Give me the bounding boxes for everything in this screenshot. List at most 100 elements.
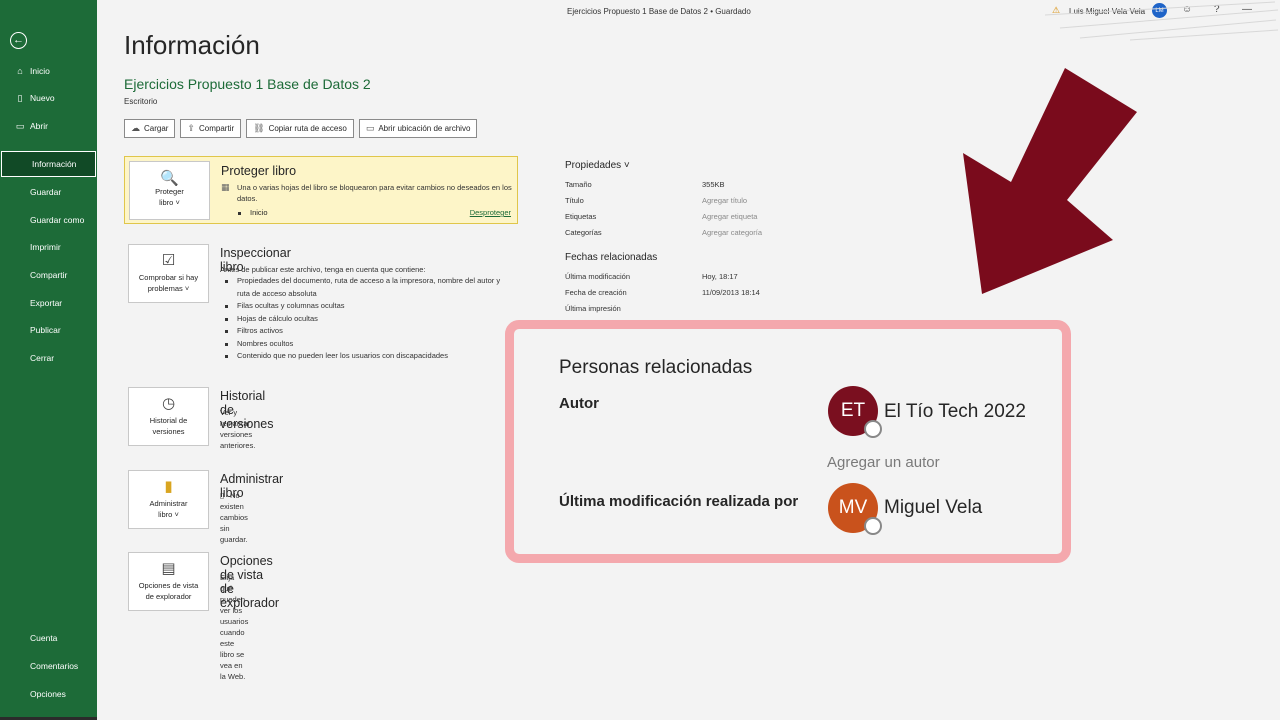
share-button[interactable]: ⇪ Compartir <box>180 119 242 138</box>
related-people-zoom: Personas relacionadas Autor ET El Tío Te… <box>505 320 1071 563</box>
sidebar-item-cerrar[interactable]: Cerrar <box>0 345 97 371</box>
property-key: Título <box>565 195 584 205</box>
file-name: Ejercicios Propuesto 1 Base de Datos 2 <box>124 76 371 92</box>
sidebar-item-comentarios[interactable]: Comentarios <box>0 653 97 679</box>
sidebar-item-guardar-como[interactable]: Guardar como <box>0 207 97 233</box>
browser-page-icon: ▤ <box>161 560 176 577</box>
history-clock-icon: ◷ <box>161 395 176 412</box>
last-modified-by-label: Última modificación realizada por <box>559 493 799 510</box>
tile-label: Proteger <box>155 187 184 196</box>
tile-label: de explorador <box>145 592 192 601</box>
sidebar-item-label: Guardar <box>30 187 62 197</box>
upload-icon: ☁ <box>131 123 140 133</box>
property-row: Categorías Agregar categoría <box>565 224 795 240</box>
property-key: Etiquetas <box>565 211 597 221</box>
sidebar-item-abrir[interactable]: ▭ Abrir <box>0 113 97 139</box>
file-actions: ☁ Cargar ⇪ Compartir ⛓ Copiar ruta de acces… <box>124 119 478 138</box>
sidebar-item-exportar[interactable]: Exportar <box>0 290 97 316</box>
presence-status-icon <box>864 420 882 438</box>
sidebar-item-label: Opciones <box>30 689 66 699</box>
check-issues-button[interactable]: ☑ Comprobar si hay problemas ˅ <box>128 244 209 303</box>
sidebar-item-label: Publicar <box>30 325 61 335</box>
upload-label: Cargar <box>144 124 169 133</box>
back-arrow-icon[interactable]: ← <box>10 32 27 49</box>
tile-label: Historial de <box>149 416 188 425</box>
sidebar-item-label: Información <box>32 159 77 169</box>
unprotect-link[interactable]: Desproteger <box>470 208 511 217</box>
property-row: Tamaño 355KB <box>565 176 795 192</box>
tile-label: versiones <box>152 427 185 436</box>
sidebar-item-label: Comentarios <box>30 661 79 671</box>
tile-label: libro ˅ <box>159 198 180 207</box>
page-title: Información <box>124 30 260 60</box>
list-item: Contenido que no pueden leer los usuario… <box>220 350 510 363</box>
upload-button[interactable]: ☁ Cargar <box>124 119 176 138</box>
file-location: Escritorio <box>124 97 158 106</box>
list-item: Filas ocultas y columnas ocultas <box>220 300 510 313</box>
author-name[interactable]: El Tío Tech 2022 <box>884 401 1026 423</box>
sidebar-item-label: Nuevo <box>30 93 55 103</box>
list-item: Nombres ocultos <box>220 338 510 351</box>
sidebar-item-label: Abrir <box>30 121 48 131</box>
checklist-icon: ☑ <box>161 252 176 269</box>
sidebar-item-imprimir[interactable]: Imprimir <box>0 234 97 260</box>
version-history-button[interactable]: ◷ Historial de versiones <box>128 387 209 446</box>
add-category-field[interactable]: Agregar categoría <box>702 228 762 237</box>
sidebar-item-label: Compartir <box>30 270 68 280</box>
section-description: ▦ Una o varias hojas del libro se bloque… <box>221 182 512 203</box>
related-people-panel: Personas relacionadas Autor ET El Tío Te… <box>522 337 1054 548</box>
sidebar-item-label: Cuenta <box>30 633 58 643</box>
author-avatar[interactable]: ET <box>828 386 882 438</box>
open-location-label: Abrir ubicación de archivo <box>378 124 471 133</box>
sidebar-item-label: Exportar <box>30 298 63 308</box>
sidebar-item-opciones[interactable]: Opciones <box>0 681 97 707</box>
properties-panel: Propiedades ˅ Tamaño 355KB Título Agregar … <box>565 160 795 316</box>
related-dates-header: Fechas relacionadas <box>565 252 658 263</box>
protect-workbook-button[interactable]: 🔍 Proteger libro ˅ <box>129 161 210 220</box>
add-title-field[interactable]: Agregar título <box>702 196 747 205</box>
document-icon: ▯ <box>220 491 225 500</box>
property-key: Tamaño <box>565 179 592 189</box>
tile-label: Opciones de vista <box>138 581 199 590</box>
related-people-title: Personas relacionadas <box>559 357 753 378</box>
property-value: 355KB <box>702 179 725 189</box>
sidebar-item-informacion[interactable]: Información <box>1 151 96 177</box>
section-description: Antes de publicar este archivo, tenga en… <box>220 264 510 363</box>
home-icon: ⌂ <box>17 66 23 76</box>
manage-workbook-button[interactable]: ▮ Administrar libro ˅ <box>128 470 209 529</box>
sidebar-item-publicar[interactable]: Publicar <box>0 317 97 343</box>
date-row: Última modificación Hoy, 18:17 <box>565 268 795 284</box>
folder-icon: ▭ <box>365 123 375 133</box>
scribble-decoration <box>1044 1 1279 41</box>
browser-view-options-button[interactable]: ▤ Opciones de vista de explorador <box>128 552 209 611</box>
add-author-link[interactable]: Agregar un autor <box>827 454 940 471</box>
sidebar-item-nuevo[interactable]: ▯ Nuevo <box>0 85 97 111</box>
list-item: Hojas de cálculo ocultas <box>220 313 510 326</box>
date-value: 11/09/2013 18:14 <box>702 287 760 297</box>
new-file-icon: ▯ <box>17 92 23 103</box>
property-key: Categorías <box>565 227 602 237</box>
sidebar-item-label: Inicio <box>30 66 50 76</box>
document-title: Ejercicios Propuesto 1 Base de Datos 2 •… <box>567 7 751 16</box>
copy-path-button[interactable]: ⛓ Copiar ruta de acceso <box>246 119 354 138</box>
lock-search-icon: 🔍 <box>160 170 179 187</box>
list-item: Propiedades del documento, ruta de acces… <box>220 275 510 300</box>
tile-label: Comprobar si hay <box>138 273 199 282</box>
sidebar-item-cuenta[interactable]: Cuenta <box>0 625 97 651</box>
section-description: Elija qué pueden ver los usuarios cuando… <box>220 573 249 681</box>
sheet-lock-icon: ▦ <box>221 182 230 192</box>
add-tag-field[interactable]: Agregar etiqueta <box>702 212 757 221</box>
sidebar-item-compartir[interactable]: Compartir <box>0 262 97 288</box>
properties-header[interactable]: Propiedades ˅ <box>565 160 795 171</box>
sidebar-item-inicio[interactable]: ⌂ Inicio <box>0 58 97 84</box>
last-modifier-name[interactable]: Miguel Vela <box>884 497 982 519</box>
protected-sheet-item: Inicio <box>238 208 268 217</box>
date-key: Última impresión <box>565 303 621 313</box>
property-row: Etiquetas Agregar etiqueta <box>565 208 795 224</box>
sidebar-item-label: Guardar como <box>30 215 85 225</box>
sidebar-item-guardar[interactable]: Guardar <box>0 179 97 205</box>
date-key: Fecha de creación <box>565 287 627 297</box>
last-modifier-avatar[interactable]: MV <box>828 483 882 535</box>
open-location-button[interactable]: ▭ Abrir ubicación de archivo <box>358 119 478 138</box>
copy-path-label: Copiar ruta de acceso <box>268 124 347 133</box>
